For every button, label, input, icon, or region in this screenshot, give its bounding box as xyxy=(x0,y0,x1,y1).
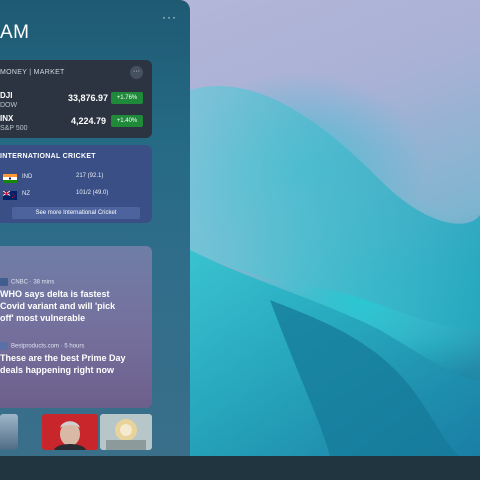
news-thumbnails xyxy=(0,414,152,450)
stock-name: DOW xyxy=(0,102,18,109)
team-name: IND xyxy=(22,174,33,180)
see-more-cricket-button[interactable]: See more International Cricket xyxy=(12,207,140,219)
stock-change-badge: +1.76% xyxy=(111,92,143,104)
team-name: NZ xyxy=(22,191,30,197)
news-thumbnail[interactable] xyxy=(100,414,152,450)
news-headline[interactable]: These are the best Prime Day deals happe… xyxy=(0,352,128,376)
more-horizontal-icon[interactable]: ··· xyxy=(162,10,177,24)
match-team-row: NZ 101/2 (49.0) xyxy=(0,189,152,203)
news-headline[interactable]: WHO says delta is fastest Covid variant … xyxy=(0,288,128,324)
cricket-card-header: INTERNATIONAL CRICKET xyxy=(0,153,96,160)
team-score: 217 (92.1) xyxy=(76,173,104,179)
stock-row[interactable]: INX S&P 500 4,224.79 +1.40% xyxy=(0,114,152,140)
news-card[interactable]: CNBC · 38 mins WHO says delta is fastest… xyxy=(0,246,152,408)
match-team-row: IND 217 (92.1) xyxy=(0,172,152,186)
stock-value: 4,224.79 xyxy=(70,116,106,126)
news-thumbnail[interactable] xyxy=(0,414,18,450)
taskbar xyxy=(0,456,480,480)
bestproducts-logo-icon xyxy=(0,342,8,350)
more-icon[interactable]: ··· xyxy=(130,66,143,79)
money-card-header: MONEY | MARKET xyxy=(0,69,65,76)
panel-time: AM xyxy=(0,22,30,43)
person-photo-icon xyxy=(54,421,86,450)
news-thumbnail[interactable] xyxy=(42,414,98,450)
cricket-card[interactable]: INTERNATIONAL CRICKET IND 217 (92.1) NZ … xyxy=(0,145,152,223)
new-zealand-flag-icon xyxy=(3,191,17,200)
news-source: CNBC · 38 mins xyxy=(11,279,55,286)
team-score: 101/2 (49.0) xyxy=(76,190,109,196)
news-source-row: Bestproducts.com · 5 hours xyxy=(0,342,84,350)
india-flag-icon xyxy=(3,174,17,183)
widgets-panel: AM ··· MONEY | MARKET DJI DOW 33,876.97 … xyxy=(0,0,190,456)
stock-value: 33,876.97 xyxy=(68,93,109,103)
stock-symbol: DJI xyxy=(0,91,13,100)
stock-symbol: INX xyxy=(0,114,14,123)
news-source: Bestproducts.com · 5 hours xyxy=(11,343,85,350)
stock-change-badge: +1.40% xyxy=(111,115,143,127)
cnbc-logo-icon xyxy=(0,278,8,286)
stock-name: S&P 500 xyxy=(0,125,28,132)
food-photo-icon xyxy=(106,419,146,450)
news-source-row: CNBC · 38 mins xyxy=(0,278,54,286)
